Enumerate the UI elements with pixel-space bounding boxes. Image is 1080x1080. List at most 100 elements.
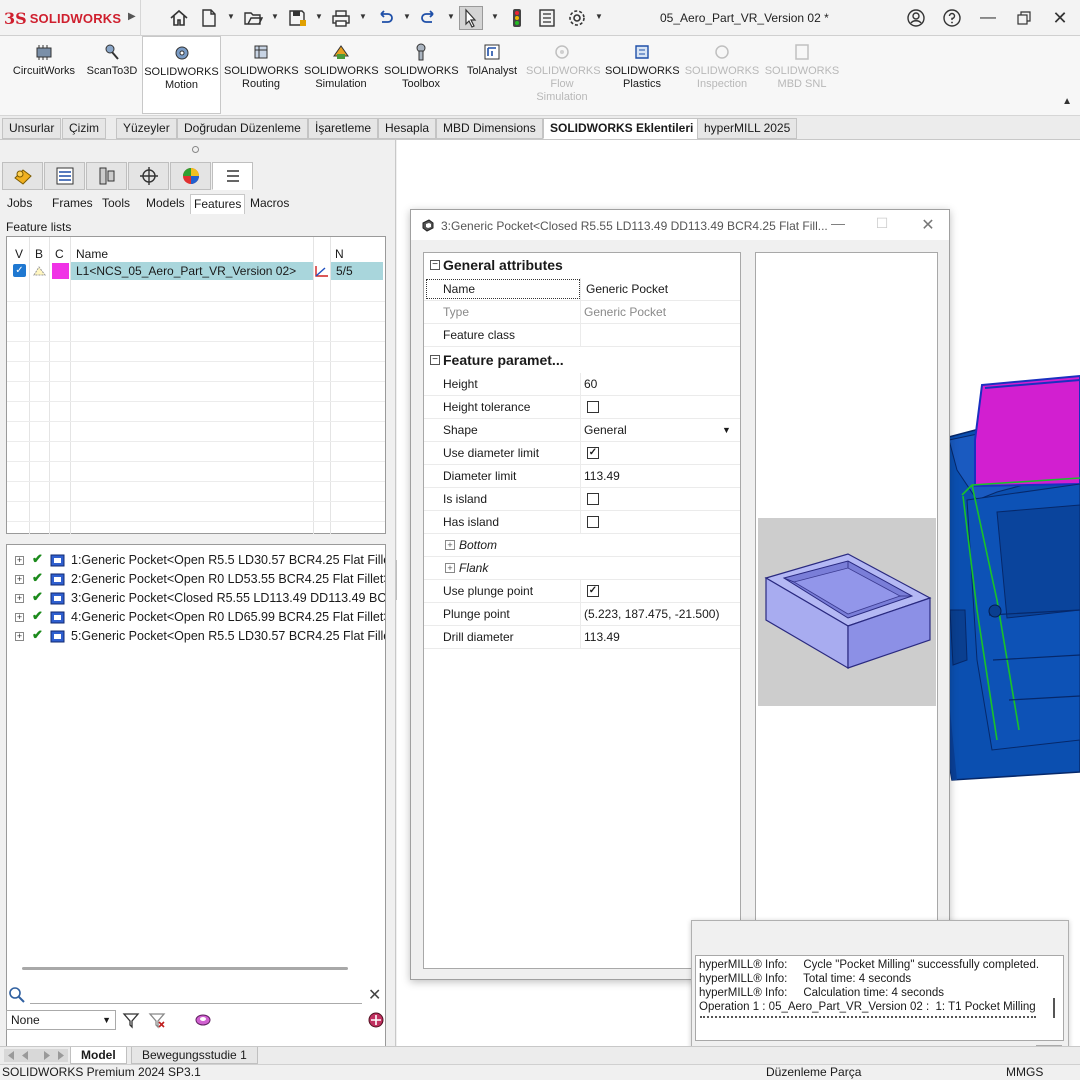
tab-navigation-arrows-icon[interactable] [4, 1049, 68, 1062]
boundary-icon[interactable] [32, 264, 47, 278]
property-row-use-plunge-point[interactable]: Use plunge point ✓ [424, 580, 740, 603]
dialog-minimize-icon[interactable]: — [827, 215, 849, 235]
help-icon[interactable] [940, 6, 964, 30]
print-dropdown-icon[interactable]: ▼ [359, 12, 367, 21]
property-row-feature-class[interactable]: Feature class [424, 324, 740, 347]
save-dropdown-icon[interactable]: ▼ [315, 12, 323, 21]
property-row-drill-diameter[interactable]: Drill diameter 113.49 [424, 626, 740, 649]
clear-filter-icon[interactable] [148, 1011, 166, 1029]
tree-item-feature-5[interactable]: + ✔ 5:Generic Pocket<Open R5.5 LD30.57 B… [7, 627, 385, 646]
is-island-checkbox[interactable] [587, 493, 599, 505]
dialog-title-bar[interactable]: 3:Generic Pocket<Closed R5.55 LD113.49 D… [411, 210, 949, 240]
collapse-minus-icon[interactable]: − [430, 260, 440, 270]
close-window-icon[interactable]: ✕ [1048, 6, 1072, 30]
tab-hesapla[interactable]: Hesapla [378, 118, 437, 139]
redo-dropdown-icon[interactable]: ▼ [447, 12, 455, 21]
tab-configuration-manager[interactable] [86, 162, 127, 190]
coordinate-frame-icon[interactable] [313, 263, 331, 279]
tab-model[interactable]: Model [70, 1047, 127, 1064]
feature-list-color-swatch[interactable] [52, 263, 69, 279]
minimize-window-icon[interactable]: — [976, 6, 1000, 30]
column-b[interactable]: B [35, 247, 43, 261]
property-row-shape[interactable]: Shape General ▼ [424, 419, 740, 442]
tab-display-manager[interactable] [170, 162, 211, 190]
tree-horizontal-scrollbar[interactable] [22, 967, 348, 970]
tab-jobs[interactable]: Jobs [7, 196, 32, 210]
save-icon[interactable] [285, 6, 309, 30]
new-document-icon[interactable] [197, 6, 221, 30]
tab-models[interactable]: Models [146, 196, 185, 210]
highlight-feature-icon[interactable] [194, 1011, 212, 1029]
user-account-icon[interactable] [904, 6, 928, 30]
feature-recognition-icon[interactable] [366, 1010, 386, 1030]
ribbon-toolbox-button[interactable]: SOLIDWORKS Toolbox [384, 36, 459, 114]
tab-property-manager[interactable] [44, 162, 85, 190]
restore-window-icon[interactable] [1012, 6, 1036, 30]
tab-features[interactable]: Features [190, 194, 246, 214]
open-icon[interactable] [241, 6, 265, 30]
plunge-point-field[interactable]: (5.223, 187.475, -21.500) [584, 607, 719, 621]
height-field[interactable]: 60 [584, 377, 597, 391]
tab-dogrudan-duzenleme[interactable]: Doğrudan Düzenleme [177, 118, 308, 139]
expand-plus-icon[interactable]: + [15, 556, 24, 565]
expand-plus-icon[interactable]: + [15, 594, 24, 603]
has-island-checkbox[interactable] [587, 516, 599, 528]
property-row-height-tolerance[interactable]: Height tolerance [424, 396, 740, 419]
expand-plus-icon[interactable]: + [445, 540, 455, 550]
tab-tools[interactable]: Tools [102, 196, 130, 210]
height-tolerance-checkbox[interactable] [587, 401, 599, 413]
select-cursor-icon[interactable] [459, 6, 483, 30]
ribbon-routing-button[interactable]: SOLIDWORKS Routing [224, 36, 299, 114]
tree-item-feature-1[interactable]: + ✔ 1:Generic Pocket<Open R5.5 LD30.57 B… [7, 551, 385, 570]
ribbon-flow-simulation-button[interactable]: SOLIDWORKS Flow Simulation [526, 36, 601, 114]
section-general-attributes[interactable]: − General attributes [424, 254, 740, 278]
column-n[interactable]: N [335, 247, 344, 261]
property-row-is-island[interactable]: Is island [424, 488, 740, 511]
property-group-flank[interactable]: + Flank [424, 557, 740, 580]
status-unit-system[interactable]: MMGS [1006, 1065, 1043, 1080]
use-diameter-limit-checkbox[interactable]: ✓ [587, 447, 599, 459]
ribbon-simulation-button[interactable]: SOLIDWORKS Simulation [304, 36, 379, 114]
options-gear-icon[interactable] [565, 6, 589, 30]
tab-solidworks-eklentileri[interactable]: SOLIDWORKS Eklentileri [543, 118, 701, 139]
new-dropdown-icon[interactable]: ▼ [227, 12, 235, 21]
dialog-close-icon[interactable]: ✕ [917, 215, 939, 235]
redo-icon[interactable] [417, 6, 441, 30]
undo-icon[interactable] [373, 6, 397, 30]
tab-dimxpert-manager[interactable] [128, 162, 169, 190]
tab-motion-study-1[interactable]: Bewegungsstudie 1 [131, 1047, 258, 1064]
rebuild-traffic-light-icon[interactable] [505, 6, 529, 30]
column-name[interactable]: Name [76, 247, 108, 261]
property-group-bottom[interactable]: + Bottom [424, 534, 740, 557]
property-row-plunge-point[interactable]: Plunge point (5.223, 187.475, -21.500) [424, 603, 740, 626]
select-dropdown-icon[interactable]: ▼ [491, 12, 499, 21]
file-properties-icon[interactable] [535, 6, 559, 30]
visibility-checkbox[interactable]: ✓ [13, 264, 26, 277]
tab-isaretleme[interactable]: İşaretleme [308, 118, 379, 139]
use-plunge-point-checkbox[interactable]: ✓ [587, 585, 599, 597]
tab-hypermill-2025[interactable]: hyperMILL 2025 [697, 118, 798, 139]
property-row-use-diameter-limit[interactable]: Use diameter limit ✓ [424, 442, 740, 465]
filter-funnel-icon[interactable] [122, 1011, 140, 1029]
column-c[interactable]: C [55, 247, 64, 261]
log-scrollbar[interactable] [1053, 998, 1055, 1018]
tab-cizim[interactable]: Çizim [62, 118, 106, 139]
options-dropdown-icon[interactable]: ▼ [595, 12, 603, 21]
expand-plus-icon[interactable]: + [15, 613, 24, 622]
tree-item-feature-4[interactable]: + ✔ 4:Generic Pocket<Open R0 LD65.99 BCR… [7, 608, 385, 627]
tab-featuremanager-tree[interactable] [2, 162, 43, 190]
feature-list-row[interactable]: ✓ L1<NCS_05_Aero_Part_VR_Version 02> 5/5 [7, 261, 385, 281]
tree-item-feature-2[interactable]: + ✔ 2:Generic Pocket<Open R0 LD53.55 BCR… [7, 570, 385, 589]
column-v[interactable]: V [15, 247, 23, 261]
drill-diameter-field[interactable]: 113.49 [584, 630, 620, 644]
property-row-height[interactable]: Height 60 [424, 373, 740, 396]
panel-splitter-handle[interactable] [192, 146, 199, 153]
tab-mbd-dimensions[interactable]: MBD Dimensions [436, 118, 543, 139]
ribbon-inspection-button[interactable]: SOLIDWORKS Inspection [684, 36, 760, 114]
ribbon-mbd-snl-button[interactable]: SOLIDWORKS MBD SNL [764, 36, 840, 114]
open-dropdown-icon[interactable]: ▼ [271, 12, 279, 21]
home-icon[interactable] [167, 6, 191, 30]
expand-plus-icon[interactable]: + [15, 632, 24, 641]
print-icon[interactable] [329, 6, 353, 30]
tab-hypermill-browser[interactable] [212, 162, 253, 190]
